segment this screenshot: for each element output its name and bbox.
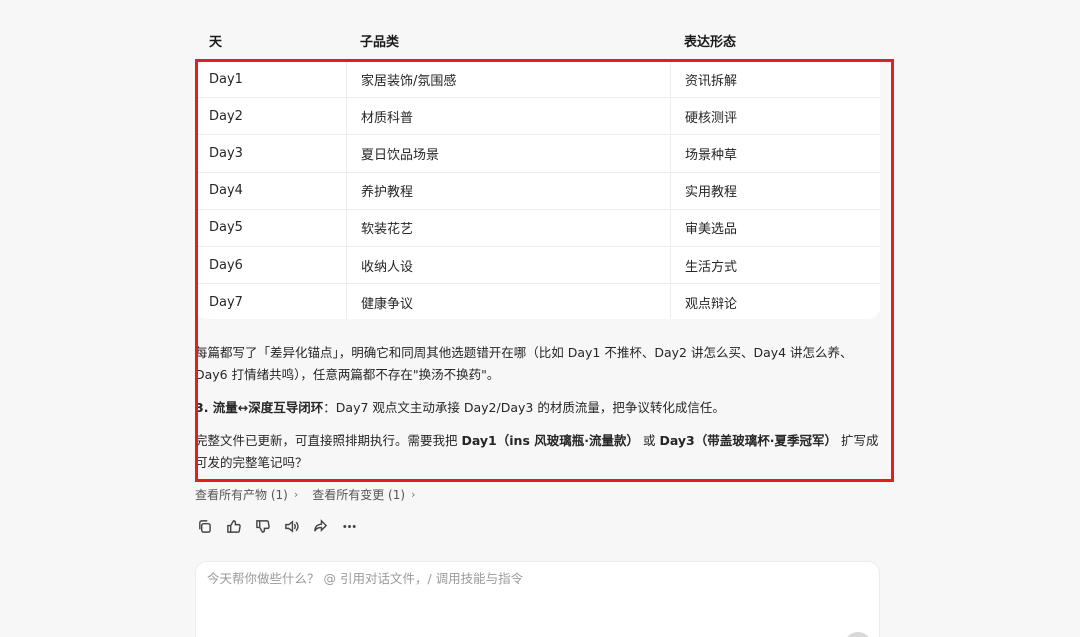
table-row: Day5 软装花艺 审美选品	[195, 208, 880, 246]
cell-day: Day3	[209, 145, 243, 161]
followup-day3: Day3（带盖玻璃杯·夏季冠军）	[659, 433, 837, 448]
cell-category: 健康争议	[346, 284, 670, 319]
table-row: Day4 养护教程 实用教程	[195, 171, 880, 209]
followup-text-c: 或	[638, 433, 660, 448]
view-changes-link[interactable]: 查看所有变更 (1) ›	[312, 486, 415, 503]
view-changes-label: 查看所有变更 (1)	[312, 488, 406, 502]
cell-day: Day6	[209, 257, 243, 273]
share-icon[interactable]	[312, 518, 329, 535]
cell-day: Day4	[209, 183, 243, 199]
table-row: Day3 夏日饮品场景 场景种草	[195, 134, 880, 172]
send-button[interactable]	[844, 632, 872, 637]
cell-category: 养护教程	[346, 172, 670, 209]
cell-form: 观点辩论	[670, 284, 880, 319]
followup-day1: Day1（ins 风玻璃瓶·流量款）	[461, 433, 639, 448]
cell-day: Day5	[209, 220, 243, 236]
cell-category: 材质科普	[346, 98, 670, 135]
cell-form: 生活方式	[670, 246, 880, 284]
paragraph-anchor-text: 每篇都写了「差异化锚点」，明确它和同周其他选题错开在哪（比如 Day1 不推杯、…	[195, 345, 853, 382]
header-day: 天	[209, 34, 223, 50]
chat-composer	[195, 561, 880, 637]
cell-day: Day7	[209, 294, 243, 310]
thumbs-up-icon[interactable]	[225, 518, 242, 535]
paragraph-loop: 3. 流量↔深度互导闭环：Day7 观点文主动承接 Day2/Day3 的材质流…	[195, 397, 885, 419]
thumbs-down-icon[interactable]	[254, 518, 271, 535]
schedule-table: 天 子品类 表达形态 Day1 家居装饰/氛围感 资讯拆解 Day2 材质科普 硬核测评 D…	[195, 20, 880, 319]
message-actions	[196, 518, 358, 535]
speaker-icon[interactable]	[283, 518, 300, 535]
copy-icon[interactable]	[196, 518, 213, 535]
cell-form: 资讯拆解	[670, 61, 880, 98]
table-row: Day6 收纳人设 生活方式	[195, 245, 880, 284]
chevron-right-icon: ›	[293, 488, 299, 501]
cell-day: Day1	[209, 71, 243, 87]
cell-form: 硬核测评	[670, 98, 880, 135]
chevron-right-icon: ›	[411, 488, 416, 501]
header-category: 子品类	[360, 34, 400, 50]
cell-category: 家居装饰/氛围感	[346, 61, 670, 98]
table-row: Day2 材质科普 硬核测评	[195, 97, 880, 135]
paragraph-anchor: 每篇都写了「差异化锚点」，明确它和同周其他选题错开在哪（比如 Day1 不推杯、…	[195, 342, 885, 386]
view-artifacts-label: 查看所有产物 (1)	[195, 488, 288, 502]
cell-form: 审美选品	[670, 209, 880, 246]
cell-form: 实用教程	[670, 172, 880, 209]
view-artifacts-link[interactable]: 查看所有产物 (1) ›	[195, 486, 298, 503]
more-icon[interactable]	[341, 518, 358, 535]
chat-page: 天 子品类 表达形态 Day1 家居装饰/氛围感 资讯拆解 Day2 材质科普 硬核测评 D…	[0, 0, 1080, 637]
cell-day: Day2	[209, 108, 243, 124]
table-row: Day1 家居装饰/氛围感 资讯拆解	[195, 60, 880, 98]
paragraph-loop-title: 3. 流量↔深度互导闭环	[195, 400, 324, 415]
cell-category: 收纳人设	[346, 246, 670, 284]
paragraph-loop-text: ：Day7 观点文主动承接 Day2/Day3 的材质流量，把争议转化成信任。	[323, 400, 725, 415]
table-header: 天 子品类 表达形态	[195, 20, 880, 60]
cell-form: 场景种草	[670, 135, 880, 172]
message-input[interactable]	[207, 571, 857, 586]
artifact-links: 查看所有产物 (1) › 查看所有变更 (1) ›	[195, 486, 415, 503]
paragraph-followup: 完整文件已更新，可直接照排期执行。需要我把 Day1（ins 风玻璃瓶·流量款）…	[195, 430, 885, 474]
followup-text-a: 完整文件已更新，可直接照排期执行。需要我把	[195, 433, 462, 448]
cell-category: 软装花艺	[346, 209, 670, 246]
table-row: Day7 健康争议 观点辩论	[195, 283, 880, 319]
header-form: 表达形态	[684, 34, 737, 50]
cell-category: 夏日饮品场景	[346, 135, 670, 172]
